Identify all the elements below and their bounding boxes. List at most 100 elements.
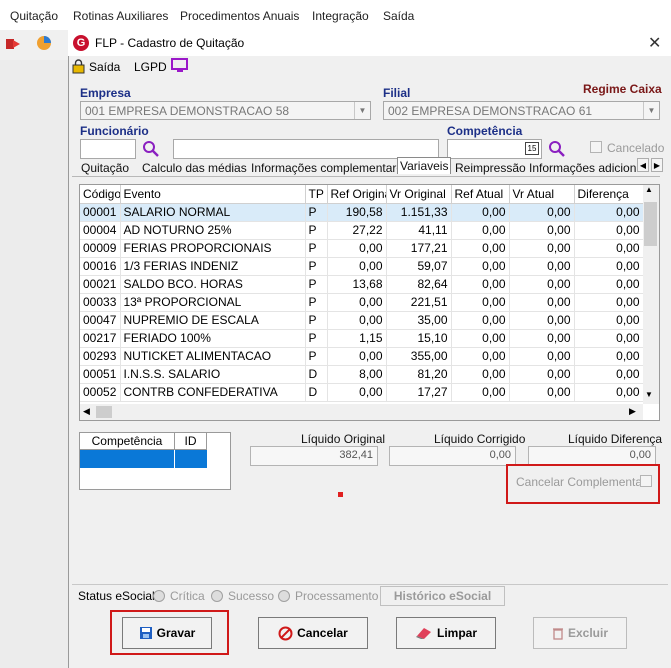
historico-esocial-button[interactable]: Histórico eSocial (380, 586, 505, 606)
exit-icon[interactable] (5, 36, 21, 52)
table-cell: 00004 (80, 221, 121, 240)
table-cell: 27,22 (327, 221, 387, 240)
lgpd-button[interactable]: LGPD (134, 60, 167, 74)
liquido-corrigido-field: 0,00 (389, 446, 516, 466)
tab-calculo-medias[interactable]: Calculo das médias (142, 161, 247, 175)
id-selected-cell[interactable] (175, 450, 207, 468)
grid-horizontal-scrollbar[interactable]: ◀ ▶ (80, 404, 643, 420)
table-cell: 59,07 (386, 257, 452, 276)
processamento-radio[interactable] (278, 589, 290, 603)
menu-integracao[interactable]: Integração (312, 9, 369, 23)
processamento-label: Processamento (295, 589, 379, 603)
table-row[interactable]: 00033 13ª PROPORCIONAL P 0,00 221,51 0,00 0,00… (80, 293, 644, 312)
competencia-selected-cell[interactable] (80, 450, 175, 468)
scroll-right-icon[interactable]: ▶ (629, 406, 636, 417)
menu-saida[interactable]: Saída (383, 9, 414, 23)
tab-informacoes-complementares[interactable]: Informações complementares (251, 161, 409, 175)
table-row[interactable]: 00009 FERIAS PROPORCIONAIS P 0,00 177,21 0,00… (80, 239, 644, 258)
empresa-select[interactable]: 001 EMPRESA DEMONSTRACAO 58 ▼ (80, 101, 371, 120)
table-cell: 00009 (80, 239, 121, 258)
table-cell: 0,00 (451, 221, 510, 240)
table-cell: 00217 (80, 329, 121, 348)
filial-value: 002 EMPRESA DEMONSTRACAO 61 (388, 104, 593, 118)
table-cell: 0,00 (327, 383, 387, 402)
radio-icon (278, 590, 290, 602)
column-header[interactable]: Código (80, 185, 121, 204)
lock-icon[interactable] (72, 59, 85, 74)
scroll-down-icon[interactable]: ▼ (645, 390, 653, 399)
table-row[interactable]: 00051 I.N.S.S. SALARIO D 8,00 81,20 0,00 0,00 0… (80, 365, 644, 384)
calendar-icon[interactable]: 15 (525, 142, 539, 155)
grid-vertical-scrollbar[interactable]: ▲ ▼ (643, 185, 659, 404)
competencia-input[interactable]: 15 (447, 139, 542, 159)
tab-informacoes-adicionais[interactable]: Informações adicionais (529, 161, 636, 175)
table-cell: 0,00 (509, 275, 575, 294)
table-cell: 00293 (80, 347, 121, 366)
chevron-down-icon[interactable]: ▼ (354, 102, 370, 119)
hscroll-thumb[interactable] (96, 406, 112, 418)
table-cell: CONTRB CONFEDERATIVA (120, 383, 306, 402)
tab-scroll-right-icon[interactable]: ▶ (651, 158, 663, 172)
competencia-grid[interactable]: Competência ID (79, 432, 231, 490)
table-row[interactable]: 00021 SALDO BCO. HORAS P 13,68 82,64 0,00 0,00… (80, 275, 644, 294)
table-cell: 0,00 (574, 347, 644, 366)
menu-quitacao[interactable]: Quitação (10, 9, 58, 23)
close-icon[interactable]: ✕ (648, 33, 661, 53)
column-header[interactable]: Evento (120, 185, 306, 204)
chevron-down-icon[interactable]: ▼ (643, 102, 659, 119)
column-header[interactable]: Vr Original (386, 185, 452, 204)
search-icon[interactable] (142, 140, 160, 158)
column-header[interactable]: TP (305, 185, 328, 204)
scroll-up-icon[interactable]: ▲ (645, 185, 653, 194)
tab-scroll-left-icon[interactable]: ◀ (637, 158, 649, 172)
table-row[interactable]: 00052 CONTRB CONFEDERATIVA D 0,00 17,27 0,00 0… (80, 383, 644, 402)
cancelado-checkbox[interactable] (590, 141, 602, 153)
table-row[interactable]: 00001 SALARIO NORMAL P 190,58 1.151,33 0,00 0,… (80, 203, 644, 222)
monitor-icon[interactable] (171, 58, 189, 73)
filial-select[interactable]: 002 EMPRESA DEMONSTRACAO 61 ▼ (383, 101, 660, 120)
funcionario-name-input[interactable] (173, 139, 439, 159)
table-cell: 0,00 (451, 257, 510, 276)
menu-rotinas-auxiliares[interactable]: Rotinas Auxiliares (73, 9, 168, 23)
cancelar-label: Cancelar (297, 626, 348, 640)
sucesso-radio[interactable] (211, 589, 223, 603)
filial-label: Filial (383, 86, 411, 100)
funcionario-code-input[interactable] (80, 139, 136, 159)
table-row[interactable]: 00293 NUTICKET ALIMENTACAO P 0,00 355,00 0,00… (80, 347, 644, 366)
tab-variaveis[interactable]: Variaveis (397, 157, 452, 174)
competencia-column-header[interactable]: Competência (80, 433, 175, 450)
limpar-button[interactable]: Limpar (396, 617, 496, 649)
table-cell: 00052 (80, 383, 121, 402)
id-column-header[interactable]: ID (175, 433, 207, 450)
scroll-left-icon[interactable]: ◀ (83, 406, 90, 417)
saida-button[interactable]: Saída (89, 60, 120, 74)
variaveis-grid[interactable]: CódigoEventoTPRef OriginalVr OriginalRef… (79, 184, 660, 421)
cancelar-button[interactable]: Cancelar (258, 617, 368, 649)
tab-reimpressao[interactable]: Reimpressão (455, 161, 526, 175)
table-row[interactable]: 00016 1/3 FERIAS INDENIZ P 0,00 59,07 0,00 0,0… (80, 257, 644, 276)
table-row[interactable]: 00004 AD NOTURNO 25% P 27,22 41,11 0,00 0,00 0,… (80, 221, 644, 240)
column-header[interactable]: Vr Atual (509, 185, 575, 204)
excluir-button[interactable]: Excluir (533, 617, 627, 649)
column-header[interactable]: Ref Atual (451, 185, 510, 204)
table-row[interactable]: 00217 FERIADO 100% P 1,15 15,10 0,00 0,00 0,00 (80, 329, 644, 348)
gravar-label: Gravar (156, 626, 196, 640)
column-header[interactable]: Diferença (574, 185, 644, 204)
table-cell: P (305, 275, 328, 294)
critica-radio[interactable] (153, 589, 165, 603)
table-cell: P (305, 203, 328, 222)
table-cell: 177,21 (386, 239, 452, 258)
status-esocial-bar: Status eSocial: Crítica Sucesso Processa… (72, 584, 668, 606)
table-cell: 00016 (80, 257, 121, 276)
cancelar-complementar-checkbox[interactable] (640, 475, 652, 487)
table-cell: 35,00 (386, 311, 452, 330)
tab-quitacao[interactable]: Quitação (81, 161, 129, 175)
menu-procedimentos-anuais[interactable]: Procedimentos Anuais (180, 9, 299, 23)
sucesso-label: Sucesso (228, 589, 275, 603)
search-icon[interactable] (548, 140, 566, 158)
scroll-thumb[interactable] (644, 202, 657, 246)
gravar-button[interactable]: Gravar (122, 617, 212, 649)
pie-chart-icon[interactable] (36, 35, 52, 51)
column-header[interactable]: Ref Original (327, 185, 387, 204)
table-row[interactable]: 00047 NUPREMIO DE ESCALA P 0,00 35,00 0,00 0,0… (80, 311, 644, 330)
